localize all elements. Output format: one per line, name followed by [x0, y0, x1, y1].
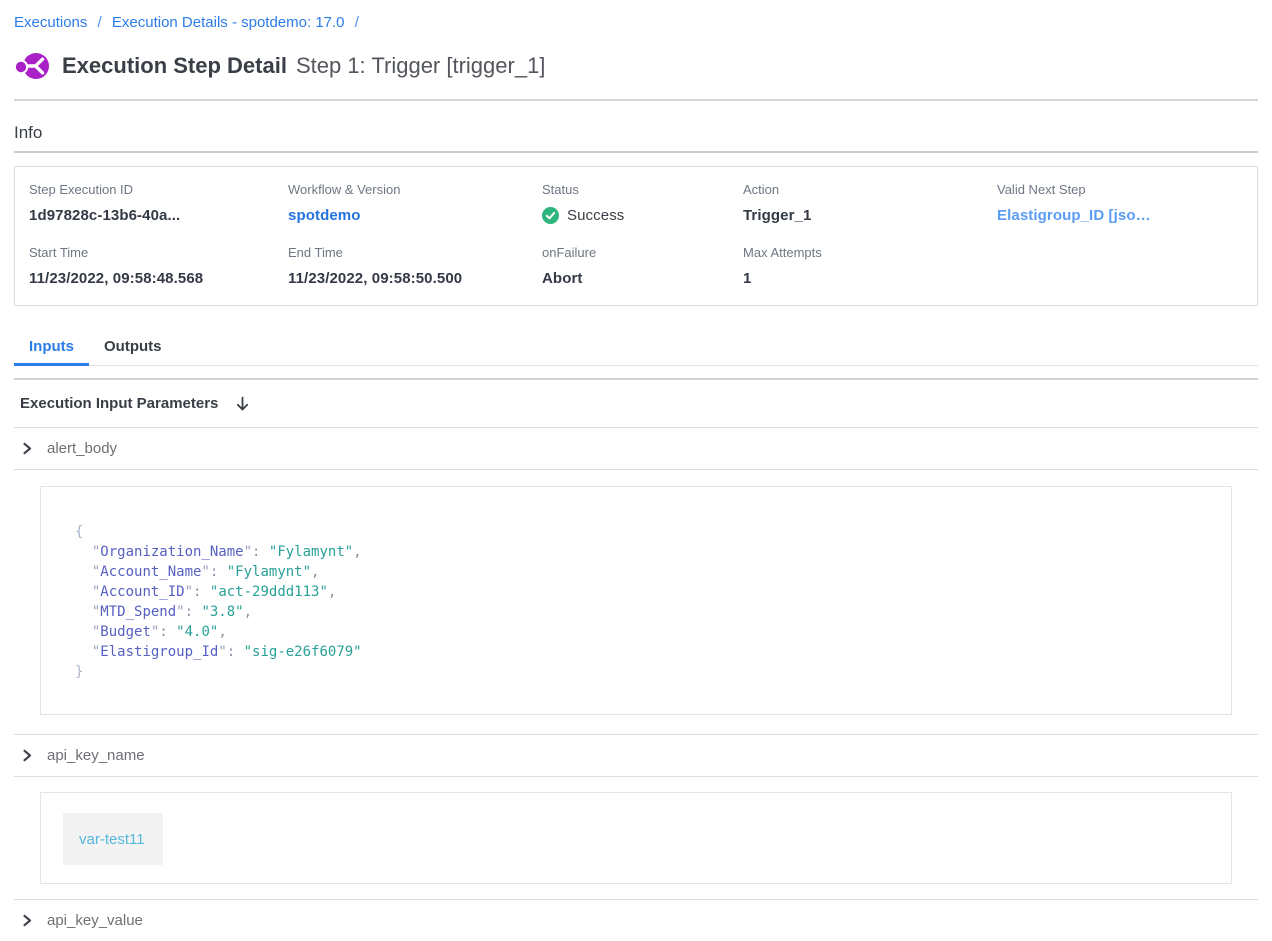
row-divider	[14, 776, 1258, 777]
field-value: Abort	[542, 270, 743, 287]
workflow-link[interactable]: spotdemo	[288, 207, 542, 224]
field-value: 11/23/2022, 09:58:48.568	[29, 270, 288, 287]
download-arrow-icon[interactable]	[235, 396, 250, 412]
field-label: Workflow & Version	[288, 182, 542, 197]
field-step-execution-id: Step Execution ID 1d97828c-13b6-40a...	[29, 182, 288, 224]
field-label: Action	[743, 182, 997, 197]
param-label: alert_body	[47, 440, 117, 457]
field-action: Action Trigger_1	[743, 182, 997, 224]
field-label: Max Attempts	[743, 245, 997, 260]
tab-outputs[interactable]: Outputs	[89, 330, 177, 366]
field-on-failure: onFailure Abort	[542, 245, 743, 287]
success-check-icon	[542, 207, 559, 224]
row-divider	[14, 469, 1258, 470]
params-heading: Execution Input Parameters	[20, 395, 218, 412]
inputs-outputs-tabs: Inputs Outputs	[14, 330, 1258, 366]
field-workflow-version: Workflow & Version spotdemo	[288, 182, 542, 224]
page-subtitle: Step 1: Trigger [trigger_1]	[296, 53, 545, 79]
page: Executions / Execution Details - spotdem…	[0, 0, 1272, 941]
page-title: Execution Step Detail	[62, 53, 287, 79]
breadcrumb-link-execution-details[interactable]: Execution Details - spotdemo: 17.0	[112, 14, 345, 31]
breadcrumb-link-executions[interactable]: Executions	[14, 14, 87, 31]
info-card: Step Execution ID 1d97828c-13b6-40a... W…	[14, 166, 1258, 306]
param-row-api-key-name[interactable]: api_key_name	[14, 735, 1258, 776]
api-key-name-value-card: var-test11	[40, 792, 1232, 884]
param-label: api_key_name	[47, 747, 145, 764]
api-key-name-value: var-test11	[63, 813, 163, 865]
field-value: 1	[743, 270, 997, 287]
next-step-link[interactable]: Elastigroup_ID [jso…	[997, 207, 1243, 224]
breadcrumb: Executions / Execution Details - spotdem…	[14, 0, 1258, 32]
breadcrumb-separator: /	[355, 14, 359, 31]
chevron-right-icon[interactable]	[21, 749, 33, 762]
param-row-api-key-value[interactable]: api_key_value	[14, 900, 1258, 941]
field-value: 11/23/2022, 09:58:50.500	[288, 270, 542, 287]
json-code-block: { "Organization_Name": "Fylamynt", "Acco…	[75, 522, 1211, 682]
field-label: Status	[542, 182, 743, 197]
field-status: Status Success	[542, 182, 743, 224]
execution-input-parameters-header: Execution Input Parameters	[14, 380, 1258, 427]
chevron-right-icon[interactable]	[21, 442, 33, 455]
param-row-alert-body[interactable]: alert_body	[14, 428, 1258, 469]
info-divider	[14, 151, 1258, 153]
field-label: Valid Next Step	[997, 182, 1243, 197]
field-valid-next-step: Valid Next Step Elastigroup_ID [jso…	[997, 182, 1243, 224]
json-viewer-card: { "Organization_Name": "Fylamynt", "Acco…	[40, 486, 1232, 715]
title-divider	[14, 99, 1258, 101]
field-value: Trigger_1	[743, 207, 997, 224]
fylamynt-logo-icon	[14, 51, 50, 81]
status-value: Success	[567, 207, 624, 224]
breadcrumb-separator: /	[98, 14, 102, 31]
field-label: Step Execution ID	[29, 182, 288, 197]
chevron-right-icon[interactable]	[21, 914, 33, 927]
field-label: Start Time	[29, 245, 288, 260]
field-value: 1d97828c-13b6-40a...	[29, 207, 288, 224]
empty-cell	[997, 245, 1243, 287]
field-max-attempts: Max Attempts 1	[743, 245, 997, 287]
field-start-time: Start Time 11/23/2022, 09:58:48.568	[29, 245, 288, 287]
tab-inputs[interactable]: Inputs	[14, 330, 89, 366]
field-label: onFailure	[542, 245, 743, 260]
page-header: Execution Step Detail Step 1: Trigger [t…	[14, 46, 1258, 86]
field-end-time: End Time 11/23/2022, 09:58:50.500	[288, 245, 542, 287]
param-label: api_key_value	[47, 912, 143, 929]
field-label: End Time	[288, 245, 542, 260]
info-section-heading: Info	[14, 123, 1258, 143]
